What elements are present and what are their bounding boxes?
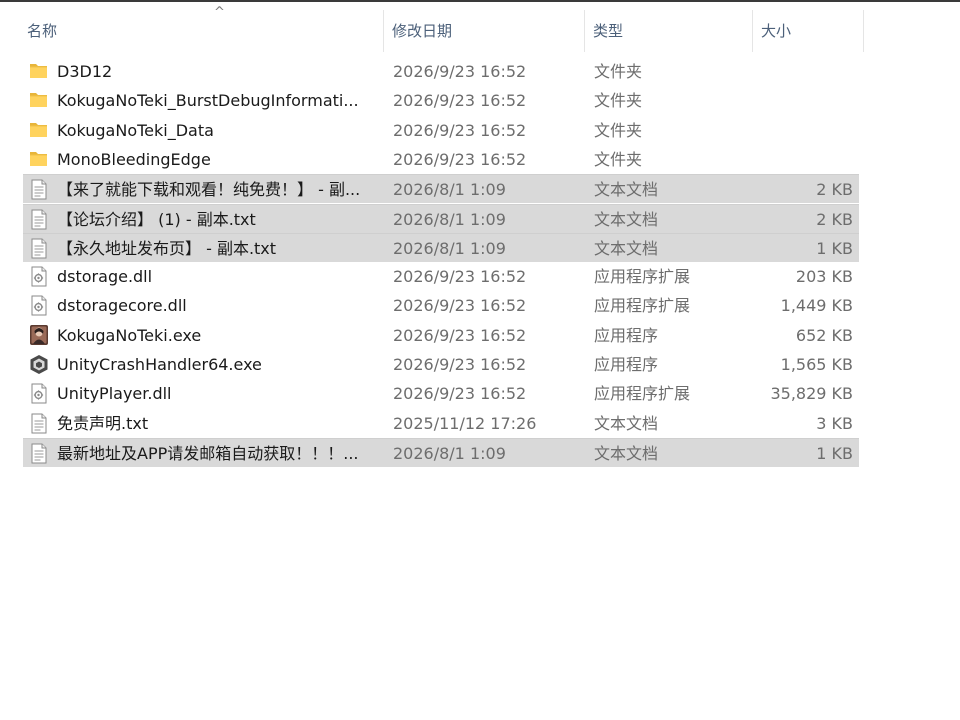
folder-icon	[28, 120, 50, 141]
file-row[interactable]: UnityPlayer.dll 2026/9/23 16:52 应用程序扩展 35,8…	[23, 379, 859, 408]
column-header-date-label: 修改日期	[392, 22, 453, 40]
file-modified-date: 2026/9/23 16:52	[393, 384, 527, 403]
column-header-bar: 名称 ^ 修改日期 类型 大小	[0, 6, 960, 52]
file-size: 35,829 KB	[770, 384, 853, 403]
file-type: 文件夹	[594, 121, 643, 140]
text-file-icon	[28, 413, 50, 434]
file-modified-date: 2026/9/23 16:52	[393, 267, 527, 286]
column-header-type-label: 类型	[593, 22, 624, 40]
folder-icon	[28, 61, 50, 82]
file-row[interactable]: dstorage.dll 2026/9/23 16:52 应用程序扩展 203 KB	[23, 262, 859, 291]
file-row[interactable]: UnityCrashHandler64.exe 2026/9/23 16:52 应用…	[23, 350, 859, 379]
folder-icon	[28, 149, 50, 170]
file-size: 652 KB	[795, 326, 853, 345]
text-file-icon	[28, 443, 50, 464]
file-row[interactable]: KokugaNoTeki_BurstDebugInformati... 2026/…	[23, 86, 859, 115]
file-row[interactable]: KokugaNoTeki_Data 2026/9/23 16:52 文件夹	[23, 116, 859, 145]
dll-file-icon	[28, 383, 50, 404]
file-type: 文本文档	[594, 414, 659, 433]
file-name: KokugaNoTeki.exe	[57, 326, 202, 345]
file-modified-date: 2026/9/23 16:52	[393, 355, 527, 374]
file-modified-date: 2026/8/1 1:09	[393, 444, 506, 463]
file-modified-date: 2026/9/23 16:52	[393, 296, 527, 315]
file-size: 1,565 KB	[780, 355, 853, 374]
folder-icon	[28, 90, 50, 111]
file-type: 应用程序	[594, 355, 659, 374]
file-type: 文本文档	[594, 180, 659, 199]
file-type: 文件夹	[594, 150, 643, 169]
file-modified-date: 2026/9/23 16:52	[393, 150, 527, 169]
file-size	[755, 86, 853, 115]
file-size: 1 KB	[816, 444, 853, 463]
sort-ascending-icon: ^	[214, 5, 225, 20]
file-size: 3 KB	[816, 414, 853, 433]
file-row[interactable]: KokugaNoTeki.exe 2026/9/23 16:52 应用程序 652 K…	[23, 321, 859, 350]
column-header-date[interactable]: 修改日期	[384, 10, 585, 52]
file-row[interactable]: 【论坛介绍】 (1) - 副本.txt 2026/8/1 1:09 文本文档 2 KB	[23, 204, 859, 233]
window-top-border	[0, 0, 960, 2]
file-type: 文本文档	[594, 444, 659, 463]
file-type: 应用程序扩展	[594, 384, 691, 403]
file-modified-date: 2026/9/23 16:52	[393, 91, 527, 110]
file-name: 【论坛介绍】 (1) - 副本.txt	[57, 210, 256, 229]
text-file-icon	[28, 209, 50, 230]
file-type: 应用程序	[594, 326, 659, 345]
text-file-icon	[28, 238, 50, 259]
file-name: KokugaNoTeki_BurstDebugInformati...	[57, 91, 359, 110]
dll-file-icon	[28, 266, 50, 287]
file-name: 【永久地址发布页】 - 副本.txt	[57, 239, 277, 258]
file-type: 应用程序扩展	[594, 296, 691, 315]
file-row[interactable]: MonoBleedingEdge 2026/9/23 16:52 文件夹	[23, 145, 859, 174]
column-header-name[interactable]: 名称 ^	[19, 6, 384, 52]
column-header-type[interactable]: 类型	[585, 10, 753, 52]
file-row[interactable]: 【永久地址发布页】 - 副本.txt 2026/8/1 1:09 文本文档 1 KB	[23, 233, 859, 262]
file-modified-date: 2026/8/1 1:09	[393, 239, 506, 258]
file-row[interactable]: D3D12 2026/9/23 16:52 文件夹	[23, 57, 859, 86]
file-name: dstorage.dll	[57, 267, 153, 286]
column-header-size[interactable]: 大小	[753, 10, 864, 52]
file-name: KokugaNoTeki_Data	[57, 121, 214, 140]
file-name: 免责声明.txt	[57, 414, 149, 433]
file-size	[755, 57, 853, 86]
file-size: 1 KB	[816, 239, 853, 258]
column-header-size-label: 大小	[761, 22, 792, 40]
file-modified-date: 2026/8/1 1:09	[393, 180, 506, 199]
file-modified-date: 2026/8/1 1:09	[393, 210, 506, 229]
file-name: dstoragecore.dll	[57, 296, 187, 315]
file-row[interactable]: dstoragecore.dll 2026/9/23 16:52 应用程序扩展 1,4…	[23, 291, 859, 320]
file-name: 最新地址及APP请发邮箱自动获取！！！...	[57, 444, 359, 463]
file-size: 2 KB	[816, 210, 853, 229]
game-exe-icon	[28, 325, 50, 346]
file-row[interactable]: 最新地址及APP请发邮箱自动获取！！！... 2026/8/1 1:09 文本文档 1…	[23, 438, 859, 467]
file-size	[755, 116, 853, 145]
file-name: UnityPlayer.dll	[57, 384, 172, 403]
file-modified-date: 2026/9/23 16:52	[393, 121, 527, 140]
file-modified-date: 2025/11/12 17:26	[393, 414, 537, 433]
file-modified-date: 2026/9/23 16:52	[393, 62, 527, 81]
file-size: 1,449 KB	[780, 296, 853, 315]
file-name: UnityCrashHandler64.exe	[57, 355, 262, 374]
file-size	[755, 145, 853, 174]
text-file-icon	[28, 179, 50, 200]
column-header-name-label: 名称	[27, 22, 58, 40]
file-modified-date: 2026/9/23 16:52	[393, 326, 527, 345]
file-explorer-window: 名称 ^ 修改日期 类型 大小 D3D12 2026/9/23 16:52 文件夹 K…	[0, 0, 960, 720]
file-row[interactable]: 【来了就能下载和观看！纯免费！】 - 副... 2026/8/1 1:09 文本文档…	[23, 174, 859, 203]
file-type: 应用程序扩展	[594, 267, 691, 286]
unity-icon	[28, 354, 50, 375]
file-type: 文本文档	[594, 239, 659, 258]
file-name: D3D12	[57, 62, 113, 81]
file-type: 文件夹	[594, 91, 643, 110]
file-name: MonoBleedingEdge	[57, 150, 211, 169]
file-size: 203 KB	[795, 267, 853, 286]
file-row[interactable]: 免责声明.txt 2025/11/12 17:26 文本文档 3 KB	[23, 409, 859, 438]
dll-file-icon	[28, 295, 50, 316]
file-type: 文本文档	[594, 210, 659, 229]
file-type: 文件夹	[594, 62, 643, 81]
file-name: 【来了就能下载和观看！纯免费！】 - 副...	[57, 180, 361, 199]
file-size: 2 KB	[816, 180, 853, 199]
